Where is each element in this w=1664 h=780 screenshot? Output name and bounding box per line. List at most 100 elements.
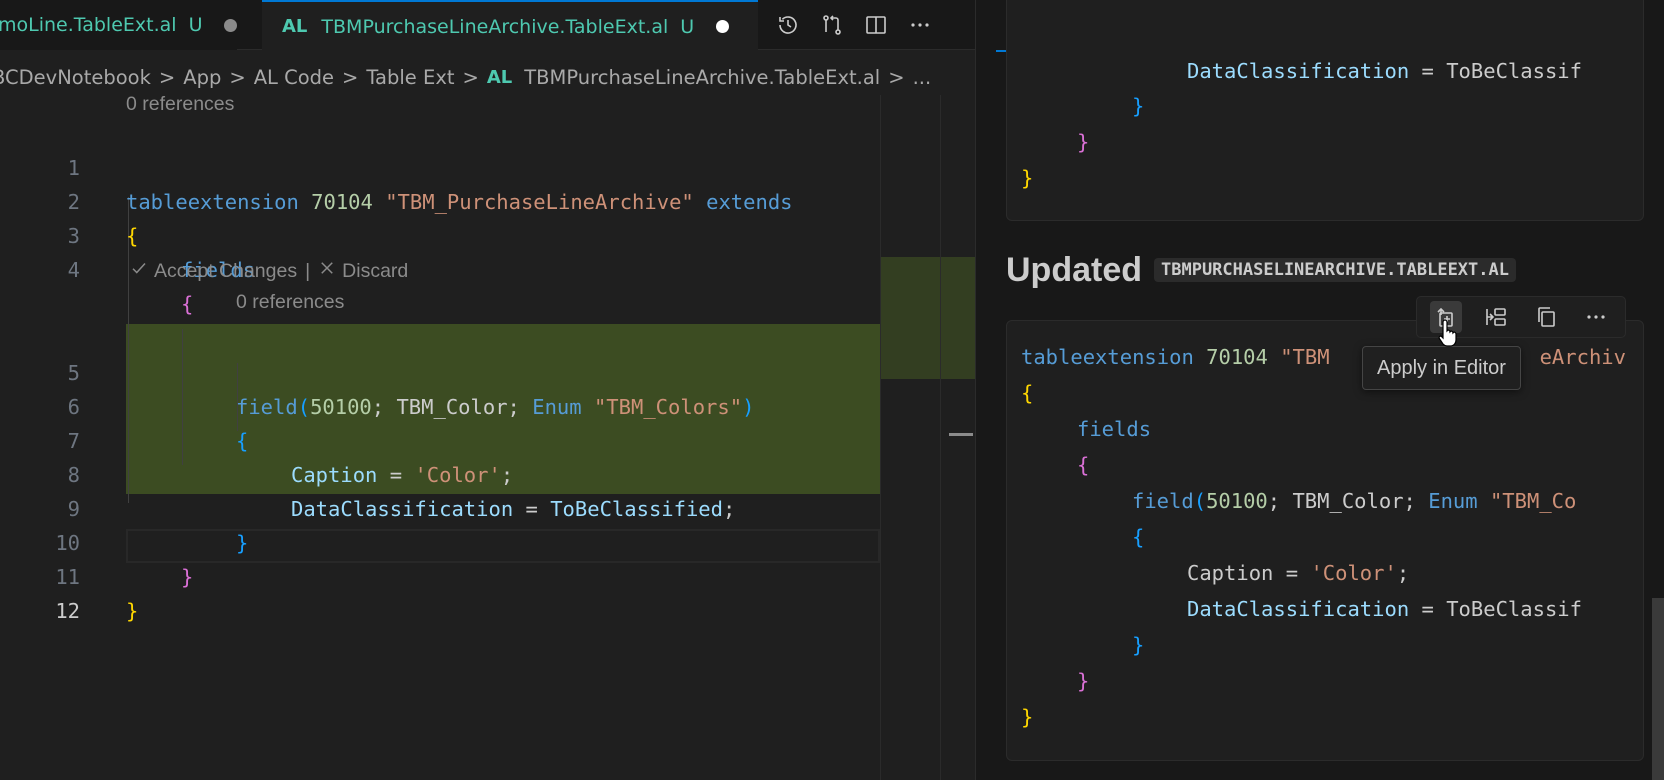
value: ToBeClassif <box>1446 597 1582 621</box>
property: DataClassification <box>1187 597 1410 621</box>
brace: { <box>1132 525 1145 549</box>
code-line: 2 { <box>0 151 880 248</box>
previous-code-block[interactable]: DataClassification = ToBeClassif } } } <box>1006 0 1644 221</box>
keyword: fields <box>1077 417 1152 441</box>
breadcrumb-more[interactable]: ... <box>913 66 932 89</box>
breadcrumb-item[interactable]: AL Code <box>254 66 334 89</box>
code-line: 8 DataClassification = ToBeClassified; <box>0 424 880 521</box>
chat-scrollbar[interactable] <box>1652 598 1664 780</box>
more-actions-icon[interactable] <box>1580 301 1612 333</box>
tab-tbmpurchaselinearchive[interactable]: AL TBMPurchaseLineArchive.TableExt.al U <box>262 0 758 51</box>
code-line: DataClassification = ToBeClassif <box>1187 591 1582 627</box>
apply-in-editor-tooltip: Apply in Editor <box>1362 346 1521 390</box>
breadcrumb-item[interactable]: Table Ext <box>366 66 454 89</box>
editor-pane: moLine.TableExt.al U AL TBMPurchaseLineA… <box>0 0 975 780</box>
close-icon <box>318 257 336 285</box>
string: 'Color' <box>1310 561 1397 585</box>
brace: } <box>1132 633 1145 657</box>
breadcrumb-item[interactable]: BCDevNotebook <box>0 66 151 89</box>
code-line: 3 fields <box>0 185 880 282</box>
paren: ( <box>1193 489 1207 513</box>
insert-at-cursor-icon[interactable] <box>1480 301 1512 333</box>
chevron-right-icon: > <box>229 65 246 89</box>
brace: } <box>1132 94 1145 118</box>
untracked-badge: U <box>680 15 695 38</box>
chevron-right-icon: > <box>462 65 479 89</box>
discard-button[interactable]: Discard <box>342 257 408 285</box>
property: Caption <box>1187 561 1274 585</box>
brace: } <box>1077 130 1090 154</box>
keyword: Enum <box>1428 489 1478 513</box>
accept-changes-button[interactable]: Accept Changes <box>154 257 297 285</box>
more-actions-icon[interactable] <box>904 9 936 41</box>
minimap[interactable] <box>880 95 975 780</box>
codelens-separator: | <box>305 260 311 282</box>
split-editor-icon[interactable] <box>860 9 892 41</box>
editor-tab-bar: moLine.TableExt.al U AL TBMPurchaseLineA… <box>0 0 975 51</box>
file-name-chip[interactable]: TBMPURCHASELINEARCHIVE.TABLEEXT.AL <box>1154 258 1516 282</box>
number: 70104 <box>1206 345 1268 369</box>
updated-label: Updated <box>1006 250 1142 289</box>
scroll-marker <box>949 433 973 436</box>
compare-changes-icon[interactable] <box>816 9 848 41</box>
editor-actions <box>772 0 936 50</box>
history-icon[interactable] <box>772 9 804 41</box>
check-icon <box>130 257 148 285</box>
untracked-badge: U <box>188 14 203 36</box>
updated-code-block[interactable]: tableextension 70104 "TBM eArchiv { field… <box>1006 320 1644 761</box>
code-line: 4 { <box>0 219 880 316</box>
breadcrumb: BCDevNotebook > App > AL Code > Table Ex… <box>0 62 931 92</box>
code-line: 11 } <box>0 526 880 623</box>
code-line: tableextension 70104 "TBM eArchiv <box>1021 339 1626 375</box>
line-number: 12 <box>55 599 80 623</box>
code-line: 7 Caption = 'Color'; <box>0 390 880 487</box>
chat-panel: DataClassification = ToBeClassif } } } U… <box>975 0 1664 780</box>
brace: } <box>1077 669 1090 693</box>
overview-ruler[interactable] <box>940 95 975 780</box>
tab-molinetableext[interactable]: moLine.TableExt.al U <box>0 0 238 50</box>
code-line: DataClassification = ToBeClassif <box>1187 53 1582 89</box>
tab-label: moLine.TableExt.al <box>0 14 177 36</box>
keyword: tableextension <box>1021 345 1194 369</box>
code-line: 9 } <box>0 458 880 555</box>
string: eArchiv <box>1539 345 1626 369</box>
brace: { <box>181 292 194 316</box>
al-file-icon: AL <box>282 16 308 37</box>
line-number: 4 <box>67 258 80 282</box>
number: 50100 <box>1206 489 1268 513</box>
brace: { <box>1077 453 1090 477</box>
chevron-right-icon: > <box>158 65 176 89</box>
references-codelens[interactable]: 0 references <box>236 288 344 316</box>
hand-cursor-icon <box>1438 318 1460 348</box>
operator: = <box>1409 597 1447 621</box>
breadcrumb-item[interactable]: TBMPurchaseLineArchive.TableExt.al <box>524 66 880 89</box>
code-line: 1 tableextension 70104 "TBM_PurchaseLine… <box>0 117 880 214</box>
value: ToBeClassif <box>1446 59 1582 83</box>
tab-label: TBMPurchaseLineArchive.TableExt.al <box>321 15 669 38</box>
inline-chat-actions: Accept Changes | Discard <box>130 257 408 285</box>
unsaved-dot-icon[interactable] <box>224 18 238 32</box>
code-line: field(50100; TBM_Color; Enum "TBM_Co <box>1132 483 1576 519</box>
semicolon: ; <box>1396 561 1410 585</box>
code-line: 10 } <box>0 492 880 589</box>
string: "TBM <box>1280 345 1330 369</box>
brace: } <box>126 599 139 623</box>
brace: } <box>1021 166 1034 190</box>
string: "TBM_Co <box>1489 489 1577 513</box>
code-line: Caption = 'Color'; <box>1187 555 1409 591</box>
references-codelens[interactable]: 0 references <box>126 90 234 118</box>
code-line: 6 { <box>0 356 880 453</box>
function-name: field <box>1132 489 1194 513</box>
code-line: 12 <box>0 560 880 623</box>
copy-icon[interactable] <box>1530 301 1562 333</box>
breadcrumb-item[interactable]: App <box>183 66 221 89</box>
identifier: ; TBM_Color; <box>1267 489 1429 513</box>
unsaved-dot-icon[interactable] <box>716 20 730 33</box>
al-file-icon: AL <box>486 66 513 88</box>
chevron-right-icon: > <box>342 65 359 89</box>
updated-file-heading: Updated TBMPURCHASELINEARCHIVE.TABLEEXT.… <box>1006 248 1516 292</box>
code-editor[interactable]: 0 references 1 tableextension 70104 "TBM… <box>0 93 880 780</box>
code-line: 5 field(50100; TBM_Color; Enum "TBM_Colo… <box>0 322 880 419</box>
property: DataClassification <box>1187 59 1410 83</box>
operator: = <box>1409 59 1447 83</box>
